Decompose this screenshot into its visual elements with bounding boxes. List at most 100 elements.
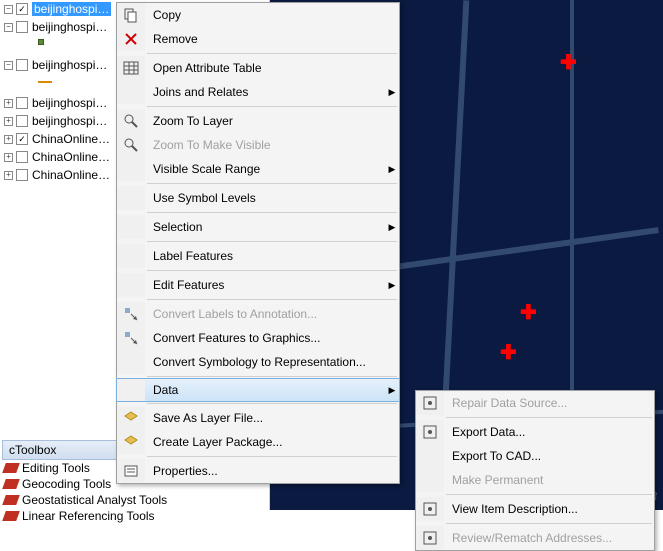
repair-icon	[416, 391, 444, 415]
export-icon	[416, 420, 444, 444]
menu-item-data[interactable]: Data▶	[116, 378, 400, 402]
menu-item-convert-features-to-graphics[interactable]: Convert Features to Graphics...	[117, 326, 399, 350]
layer-label[interactable]: ChinaOnline…	[32, 168, 110, 182]
hospital-marker-icon: ✚	[500, 340, 517, 365]
layer-label[interactable]: beijinghospi…	[32, 2, 111, 16]
layer-context-menu: Copy Remove Open Attribute Table Joins and …	[116, 2, 400, 484]
toolbox-item[interactable]: Linear Referencing Tools	[2, 508, 262, 524]
menu-item-repair-data-source: Repair Data Source...	[416, 391, 654, 415]
hospital-marker-icon: ✚	[520, 300, 537, 325]
copy-icon	[117, 3, 145, 27]
convlbl-icon	[117, 302, 145, 326]
layer-label[interactable]: beijinghospi…	[32, 20, 107, 34]
expand-icon[interactable]: −	[4, 61, 13, 70]
expand-icon[interactable]: +	[4, 99, 13, 108]
menu-item-label: Zoom To Make Visible	[145, 138, 385, 152]
toolbox-icon	[2, 479, 20, 489]
menu-item-label: Save As Layer File...	[145, 411, 385, 425]
layer-checkbox[interactable]	[16, 59, 28, 71]
toolbox-icon	[2, 495, 20, 505]
menu-item-label: Label Features	[145, 249, 385, 263]
menu-item-label: Joins and Relates	[145, 85, 385, 99]
toolbox-label: Linear Referencing Tools	[22, 509, 155, 523]
menu-item-properties[interactable]: Properties...	[117, 459, 399, 483]
layer-checkbox[interactable]	[16, 115, 28, 127]
layer-label[interactable]: beijinghospi…	[32, 114, 107, 128]
menu-item-create-layer-package[interactable]: Create Layer Package...	[117, 430, 399, 454]
rematch-icon	[416, 526, 444, 550]
layer-label[interactable]: beijinghospi…	[32, 96, 107, 110]
menu-item-label: Data	[145, 383, 385, 397]
menu-item-label-features[interactable]: Label Features	[117, 244, 399, 268]
expand-icon[interactable]: +	[4, 117, 13, 126]
layer-checkbox[interactable]	[16, 169, 28, 181]
menu-item-view-item-description[interactable]: View Item Description...	[416, 497, 654, 521]
point-symbol-icon	[38, 39, 44, 45]
expand-icon[interactable]: +	[4, 171, 13, 180]
layer-checkbox[interactable]	[16, 21, 28, 33]
menu-item-label: Convert Symbology to Representation...	[145, 355, 385, 369]
expand-icon[interactable]: +	[4, 135, 13, 144]
pkg-icon	[117, 430, 145, 454]
table-icon	[117, 56, 145, 80]
menu-item-selection[interactable]: Selection▶	[117, 215, 399, 239]
submenu-arrow-icon: ▶	[385, 385, 399, 396]
menu-item-edit-features[interactable]: Edit Features▶	[117, 273, 399, 297]
menu-item-convert-symbology-to-representation[interactable]: Convert Symbology to Representation...	[117, 350, 399, 374]
layer-label[interactable]: ChinaOnline…	[32, 132, 110, 146]
remove-icon	[117, 27, 145, 51]
menu-item-export-to-cad[interactable]: Export To CAD...	[416, 444, 654, 468]
menu-item-label: Use Symbol Levels	[145, 191, 385, 205]
layer-checkbox[interactable]	[16, 151, 28, 163]
toolbox-label: Geostatistical Analyst Tools	[22, 493, 167, 507]
menu-item-label: Create Layer Package...	[145, 435, 385, 449]
menu-item-convert-labels-to-annotation: Convert Labels to Annotation...	[117, 302, 399, 326]
layer-label[interactable]: ChinaOnline…	[32, 150, 110, 164]
submenu-arrow-icon: ▶	[385, 164, 399, 175]
menu-item-label: Make Permanent	[444, 473, 640, 487]
menu-item-label: Export Data...	[444, 425, 640, 439]
menu-item-joins-and-relates[interactable]: Joins and Relates▶	[117, 80, 399, 104]
submenu-arrow-icon: ▶	[385, 222, 399, 233]
layer-checkbox[interactable]	[16, 133, 28, 145]
menu-item-use-symbol-levels[interactable]: Use Symbol Levels	[117, 186, 399, 210]
line-symbol-icon	[38, 81, 52, 83]
menu-item-label: Convert Features to Graphics...	[145, 331, 385, 345]
menu-item-label: Export To CAD...	[444, 449, 640, 463]
menu-item-label: Properties...	[145, 464, 385, 478]
toolbox-label: Geocoding Tools	[22, 477, 111, 491]
toolbox-item[interactable]: Geostatistical Analyst Tools	[2, 492, 262, 508]
layer-checkbox[interactable]	[16, 97, 28, 109]
layer-checkbox[interactable]	[16, 3, 28, 15]
toolbox-icon	[2, 463, 20, 473]
expand-icon[interactable]: −	[4, 5, 13, 14]
menu-item-label: Open Attribute Table	[145, 61, 385, 75]
toolbox-icon	[2, 511, 20, 521]
desc-icon	[416, 497, 444, 521]
menu-item-remove[interactable]: Remove	[117, 27, 399, 51]
expand-icon[interactable]: −	[4, 23, 13, 32]
props-icon	[117, 459, 145, 483]
menu-item-save-as-layer-file[interactable]: Save As Layer File...	[117, 406, 399, 430]
submenu-arrow-icon: ▶	[385, 280, 399, 291]
menu-item-label: Repair Data Source...	[444, 396, 640, 410]
zoom-icon	[117, 109, 145, 133]
layer-label[interactable]: beijinghospi…	[32, 58, 107, 72]
menu-item-export-data[interactable]: Export Data...	[416, 420, 654, 444]
menu-item-open-attribute-table[interactable]: Open Attribute Table	[117, 56, 399, 80]
menu-item-make-permanent: Make Permanent	[416, 468, 654, 492]
data-submenu: Repair Data Source... Export Data... Expor…	[415, 390, 655, 551]
convfeat-icon	[117, 326, 145, 350]
menu-item-label: Review/Rematch Addresses...	[444, 531, 640, 545]
menu-item-review-rematch-addresses: Review/Rematch Addresses...	[416, 526, 654, 550]
menu-item-visible-scale-range[interactable]: Visible Scale Range▶	[117, 157, 399, 181]
menu-item-copy[interactable]: Copy	[117, 3, 399, 27]
expand-icon[interactable]: +	[4, 153, 13, 162]
menu-item-zoom-to-layer[interactable]: Zoom To Layer	[117, 109, 399, 133]
savelayer-icon	[117, 406, 145, 430]
menu-item-label: Zoom To Layer	[145, 114, 385, 128]
menu-item-label: Remove	[145, 32, 385, 46]
menu-item-zoom-to-make-visible: Zoom To Make Visible	[117, 133, 399, 157]
toolbox-label: Editing Tools	[22, 461, 90, 475]
menu-item-label: Visible Scale Range	[145, 162, 385, 176]
